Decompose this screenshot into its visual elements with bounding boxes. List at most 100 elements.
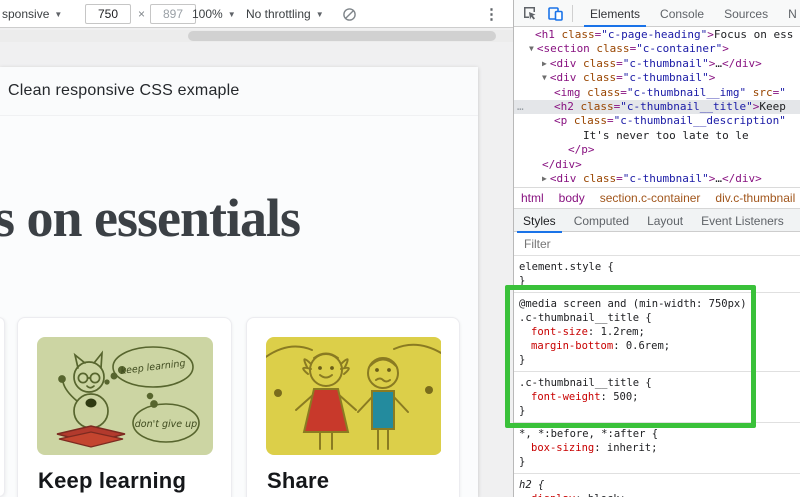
sidebar-tab-styles[interactable]: Styles [514,209,565,232]
code-token: = [616,57,623,70]
css-property-value[interactable]: 1.2rem; [601,326,645,338]
styles-filter-bar [514,232,800,256]
tree-row[interactable]: ▼<div class="c-thumbnail"> [514,71,800,85]
css-property-name[interactable]: font-size [531,326,588,338]
viewport-width-input[interactable] [85,4,131,24]
throttling-dropdown[interactable]: No throttling ▼ [246,0,324,28]
code-token: Focus on ess [714,28,793,41]
css-property-name[interactable]: box-sizing [531,442,594,454]
twisty-expanded-icon[interactable]: ▼ [529,44,534,53]
breadcrumb-item[interactable]: html [521,191,544,205]
tree-row[interactable]: </div> [514,158,800,172]
tree-row[interactable]: It's never too late to le [514,129,800,143]
toggle-device-toolbar-icon[interactable] [547,5,564,22]
css-rule[interactable]: *, *:before, *:after {box-sizing: inheri… [514,423,800,474]
css-property-value[interactable]: 500; [613,391,638,403]
code-token: Keep [759,100,786,113]
code-token: </div> [722,57,762,70]
tab-sources[interactable]: Sources [714,0,778,27]
css-property-value[interactable]: inherit; [607,442,658,454]
device-type-dropdown[interactable]: sponsive ▼ [2,0,62,28]
css-rule[interactable]: h2 {display: block; [514,474,800,497]
twisty-collapsed-icon[interactable]: ▶ [542,174,547,183]
chevron-down-icon: ▼ [54,10,62,19]
code-token: = [616,172,623,185]
css-line: display: block; [514,492,800,497]
css-rule[interactable]: .c-thumbnail__title {font-weight: 500;} [514,372,800,423]
css-line: h2 { [514,478,800,492]
tree-row[interactable]: ▶<div class="c-thumbnail">…</div> [514,172,800,186]
css-property-value[interactable]: block; [588,493,626,497]
dimension-separator: × [138,0,145,28]
tree-row[interactable]: ▼<section class="c-container"> [514,42,800,56]
tree-row[interactable]: <h1 class="c-page-heading">Focus on ess [514,28,800,42]
code-token: class [576,57,616,70]
horizontal-scrollbar[interactable] [0,30,513,42]
toolbar-divider [572,5,573,22]
css-line: box-sizing: inherit; [514,441,800,455]
css-line: } [514,404,800,418]
keep-learning-illustration: keep learning don't give up [37,337,213,455]
sidebar-tab-layout[interactable]: Layout [638,209,692,232]
partial-card [0,317,5,497]
zoom-dropdown[interactable]: 100% ▼ [192,0,236,28]
code-token: <div [550,172,577,185]
card-keep-learning[interactable]: keep learning don't give up Keep learnin… [17,317,232,497]
card-title: Keep learning [38,468,186,494]
twisty-collapsed-icon[interactable]: ▶ [542,59,547,68]
tree-row[interactable]: ▶<div class="c-thumbnail">…</div> [514,57,800,71]
tree-row[interactable]: <img class="c-thumbnail__img" src=" [514,86,800,100]
breadcrumb-item[interactable]: body [559,191,585,205]
code-token: </p> [568,143,595,156]
page-heading: s on essentials [0,187,478,249]
viewport-height-input[interactable] [150,4,196,24]
scrollbar-thumb[interactable] [188,31,496,41]
code-token: > [722,42,729,55]
css-line: *, *:before, *:after { [514,427,800,441]
sidebar-tabs: StylesComputedLayoutEvent Listeners [514,208,800,232]
code-token: </div> [722,172,762,185]
tree-row[interactable]: <p class="c-thumbnail__description" [514,114,800,128]
code-token: > [707,28,714,41]
device-toolbar-more-options-button[interactable]: ⋮ [484,0,499,28]
styles-rules-pane: element.style {}@media screen and (min-w… [514,256,800,497]
tree-row[interactable]: …<h2 class="c-thumbnail__title">Keep [514,100,800,114]
device-toolbar: sponsive ▼ × 100% ▼ No throttling ▼ ⋮ [0,0,513,28]
code-token: = [607,114,614,127]
card-share[interactable]: Share [246,317,460,497]
css-property-name[interactable]: font-weight [531,391,601,403]
code-token: <div [550,71,577,84]
css-property-value[interactable]: 0.6rem; [626,340,670,352]
rendered-page: Clean responsive CSS exmaple s on essent… [0,67,478,497]
code-token: <img [554,86,581,99]
tab-elements[interactable]: Elements [580,0,650,27]
styles-filter-input[interactable] [514,237,714,251]
css-property-name[interactable]: display [531,493,575,497]
css-property-name[interactable]: margin-bottom [531,340,613,352]
breadcrumb-item[interactable]: section.c-container [600,191,701,205]
sidebar-tab-event-listeners[interactable]: Event Listeners [692,209,793,232]
code-token: = [620,86,627,99]
code-token: class [574,100,614,113]
tab-n[interactable]: N [778,0,800,27]
viewport-gutter: Clean responsive CSS exmaple s on essent… [0,28,513,497]
css-rule[interactable]: element.style {} [514,256,800,293]
bubble-dont-give-up-text: don't give up [135,419,197,430]
page-site-header: Clean responsive CSS exmaple [0,67,478,116]
code-token: class [576,71,616,84]
sidebar-tab-computed[interactable]: Computed [565,209,638,232]
css-line: } [514,353,800,367]
code-token: "c-thumbnail" [623,71,709,84]
breadcrumb-item[interactable]: div.c-thumbnail [715,191,795,205]
inspect-element-icon[interactable] [521,5,538,22]
css-line: } [514,455,800,469]
css-rule[interactable]: @media screen and (min-width: 750px).c-t… [514,293,800,372]
tab-console[interactable]: Console [650,0,714,27]
code-token: It's never too late to le [583,129,749,142]
tree-row[interactable]: </p> [514,143,800,157]
css-line: margin-bottom: 0.6rem; [514,339,800,353]
twisty-expanded-icon[interactable]: ▼ [542,73,547,82]
code-token: <p [554,114,567,127]
css-line: font-weight: 500; [514,390,800,404]
chevron-down-icon: ▼ [316,10,324,19]
